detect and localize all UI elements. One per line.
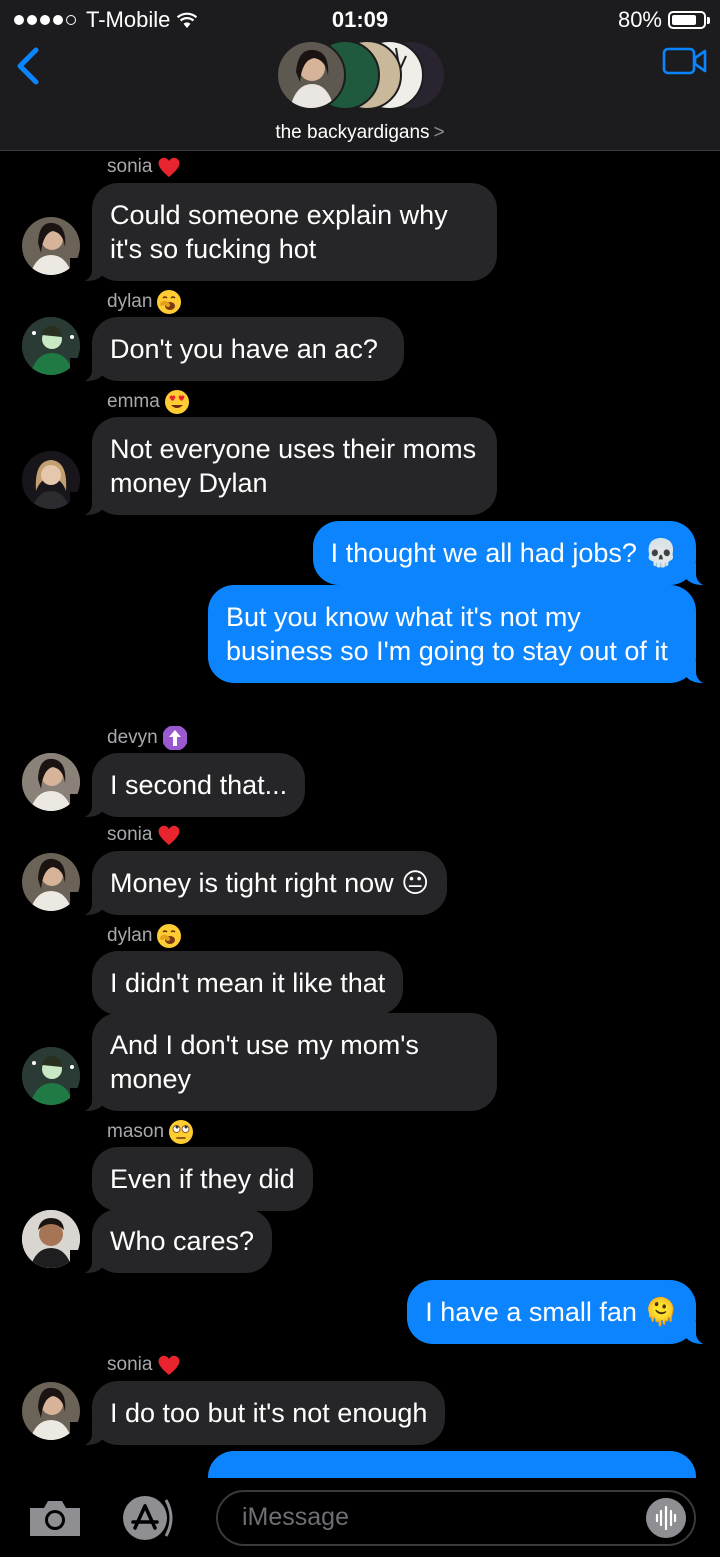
group-name-button[interactable]: the backyardigans > bbox=[0, 122, 720, 144]
conversation-header: the backyardigans > bbox=[0, 38, 720, 151]
message-bubble[interactable]: I didn't mean it like that bbox=[92, 951, 404, 1015]
sender-label: devyn bbox=[107, 725, 188, 751]
sender-label: dylan bbox=[107, 923, 182, 949]
message-bubble[interactable]: But you know what it's not my business s… bbox=[208, 585, 718, 684]
heart-eyes-face-icon bbox=[164, 390, 189, 414]
sender-label: mason bbox=[107, 1119, 194, 1145]
message-input[interactable] bbox=[240, 1502, 624, 1533]
message-bubble-partial[interactable] bbox=[208, 1451, 696, 1478]
message-bubble[interactable]: Who cares? bbox=[69, 1209, 273, 1274]
red-heart-icon bbox=[158, 1355, 180, 1375]
up-arrow-box-icon bbox=[162, 726, 187, 750]
audio-record-icon[interactable] bbox=[646, 1498, 686, 1538]
red-heart-icon bbox=[158, 157, 180, 177]
message-bubble[interactable]: I do too but it's not enough bbox=[69, 1381, 446, 1446]
chevron-right-icon: > bbox=[433, 122, 445, 143]
yawning-face-icon bbox=[157, 924, 182, 948]
compose-bar bbox=[0, 1478, 720, 1557]
message-bubble[interactable]: I have a small fan 🫠 bbox=[407, 1280, 718, 1345]
battery-icon bbox=[668, 11, 710, 29]
sender-name: mason bbox=[107, 1121, 165, 1142]
message-bubble[interactable]: Could someone explain why it's so fuckin… bbox=[70, 183, 497, 282]
status-time: 01:09 bbox=[331, 7, 389, 32]
sender-label: sonia bbox=[107, 155, 182, 179]
sender-label: sonia bbox=[107, 1353, 182, 1377]
sender-name: emma bbox=[107, 391, 160, 412]
yawning-face-icon bbox=[157, 290, 182, 314]
message-list[interactable]: sonia Could someone explain why it's so … bbox=[0, 151, 720, 1478]
sender-name: sonia bbox=[107, 156, 153, 177]
red-heart-icon bbox=[158, 825, 180, 845]
sender-label: emma bbox=[107, 389, 190, 415]
group-name: the backyardigans bbox=[275, 122, 430, 143]
sender-name: sonia bbox=[107, 1354, 153, 1375]
message-bubble[interactable]: Don't you have an ac? bbox=[70, 317, 404, 382]
message-bubble[interactable]: Money is tight right now 😐 bbox=[69, 851, 448, 916]
message-bubble[interactable]: Even if they did bbox=[92, 1147, 313, 1211]
sender-name: sonia bbox=[107, 824, 153, 845]
sender-name: dylan bbox=[107, 925, 153, 946]
eye-roll-face-icon bbox=[169, 1120, 194, 1144]
video-call-icon[interactable] bbox=[662, 46, 708, 76]
sender-label: sonia bbox=[107, 823, 182, 847]
message-bubble[interactable]: Not everyone uses their moms money Dylan bbox=[70, 417, 497, 516]
camera-icon[interactable] bbox=[26, 1498, 84, 1538]
message-bubble[interactable]: And I don't use my mom's money bbox=[70, 1013, 497, 1112]
battery-percent: 80% bbox=[617, 7, 662, 32]
message-bubble[interactable]: I thought we all had jobs? 💀 bbox=[312, 521, 719, 586]
status-bar: T-Mobile 01:09 80% bbox=[0, 0, 720, 38]
back-chevron-icon[interactable] bbox=[10, 46, 50, 86]
message-field[interactable] bbox=[216, 1490, 696, 1546]
sender-name: dylan bbox=[107, 291, 153, 312]
battery-group: 80% bbox=[617, 7, 710, 33]
avatar bbox=[276, 40, 346, 110]
message-bubble[interactable]: I second that... bbox=[69, 753, 306, 818]
group-avatars[interactable] bbox=[276, 40, 446, 110]
sender-name: devyn bbox=[107, 727, 158, 748]
sender-label: dylan bbox=[107, 289, 182, 315]
app-store-icon[interactable] bbox=[118, 1494, 180, 1542]
